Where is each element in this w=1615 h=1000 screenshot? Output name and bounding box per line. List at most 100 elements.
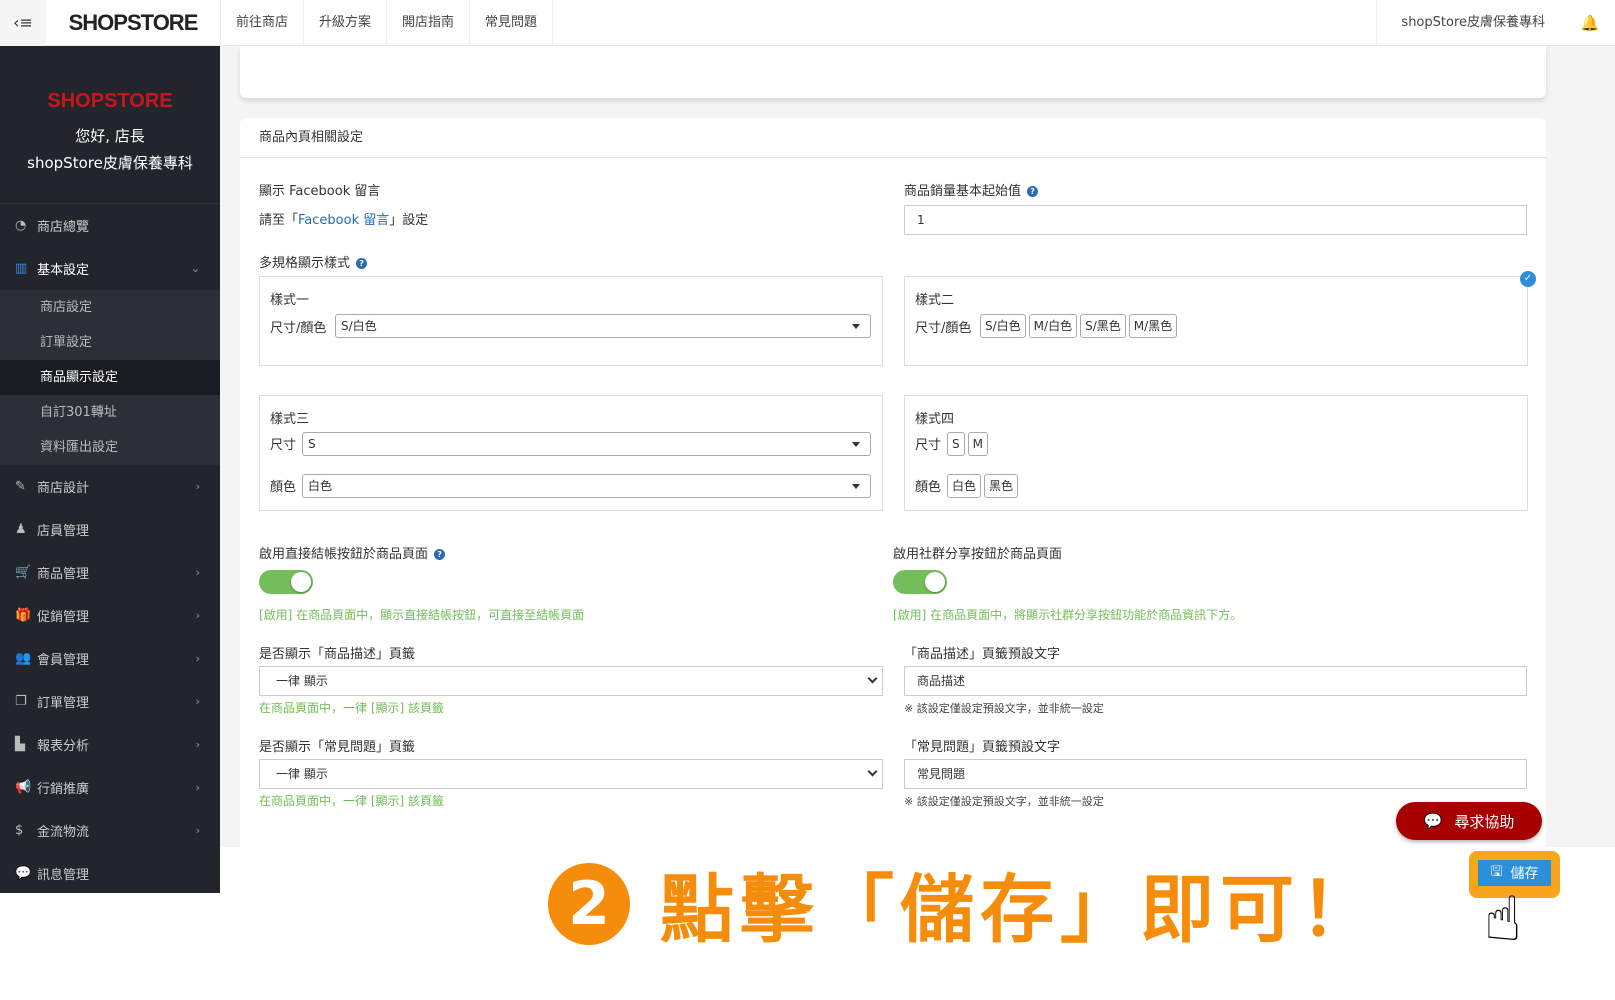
sidebar-item-label: 商店總覽 bbox=[37, 220, 90, 235]
sidebar-item-design[interactable]: ✎ 商店設計 › bbox=[0, 465, 220, 508]
fb-comments-label: 顯示 Facebook 留言 bbox=[259, 184, 381, 199]
desc-tab-help: 在商品頁面中，一律 [顯示] 該頁籤 bbox=[259, 701, 444, 715]
sidebar-item-label: 金流物流 bbox=[37, 825, 90, 840]
sidebar-item-label: 店員管理 bbox=[37, 524, 90, 539]
style-title: 樣式三 bbox=[270, 412, 310, 427]
sidebar-item-basic-settings[interactable]: ▥ 基本設定 ⌄ bbox=[0, 247, 220, 290]
direct-checkout-label: 啟用直接結帳按鈕於商品頁面 bbox=[259, 547, 429, 562]
faq-text-input[interactable]: 常見問題 bbox=[904, 759, 1527, 789]
sidebar-item-label: 報表分析 bbox=[37, 739, 90, 754]
nav-guide[interactable]: 開店指南 bbox=[386, 0, 469, 46]
desc-text-input[interactable]: 商品描述 bbox=[904, 666, 1527, 696]
sidebar-item-label: 會員管理 bbox=[37, 653, 90, 668]
chevron-right-icon: › bbox=[195, 781, 200, 794]
bullhorn-icon: 📢 bbox=[15, 780, 32, 795]
sidebar-item-staff[interactable]: ♟ 店員管理 bbox=[0, 508, 220, 551]
chevron-right-icon: › bbox=[195, 609, 200, 622]
color-chip[interactable]: 白色 bbox=[947, 474, 982, 498]
nav-upgrade[interactable]: 升級方案 bbox=[303, 0, 386, 46]
variant-chip[interactable]: S/白色 bbox=[980, 314, 1026, 338]
magic-wand-icon: ✎ bbox=[15, 479, 26, 494]
size-chip[interactable]: M bbox=[967, 432, 988, 456]
chevron-right-icon: › bbox=[195, 695, 200, 708]
help-icon[interactable]: ? bbox=[356, 258, 368, 269]
submenu-store-settings[interactable]: 商店設定 bbox=[0, 290, 220, 325]
variant-chip[interactable]: S/黑色 bbox=[1080, 314, 1126, 338]
faq-text-note: ※ 該設定僅設定預設文字，並非統一設定 bbox=[904, 795, 1104, 808]
field-label: 尺寸 bbox=[270, 438, 297, 453]
sidebar-item-label: 訂單管理 bbox=[37, 696, 90, 711]
sidebar-store-name: shopStore皮膚保養專科 bbox=[27, 154, 193, 172]
style-one-option[interactable]: 樣式一 尺寸/顏色 S/白色 bbox=[259, 276, 883, 366]
size-select[interactable]: S bbox=[302, 432, 871, 456]
color-chip[interactable]: 黑色 bbox=[984, 474, 1019, 498]
main-content: 商品內頁相關設定 顯示 Facebook 留言 請至「Facebook 留言」設… bbox=[220, 46, 1615, 858]
dollar-icon: $ bbox=[15, 823, 24, 838]
field-label: 尺寸 bbox=[915, 438, 942, 453]
sidebar-item-label: 商店設計 bbox=[37, 481, 90, 496]
field-label: 尺寸/顏色 bbox=[915, 321, 972, 336]
help-icon[interactable]: ? bbox=[1027, 186, 1039, 197]
sidebar-item-products[interactable]: 🛒 商品管理 › bbox=[0, 551, 220, 594]
field-label: 顏色 bbox=[270, 480, 297, 495]
sidebar-item-label: 基本設定 bbox=[37, 263, 90, 278]
sidebar-item-orders[interactable]: ❐ 訂單管理 › bbox=[0, 680, 220, 723]
style-two-option[interactable]: 樣式二 尺寸/顏色 S/白色 M/白色 S/黑色 M/黑色 bbox=[904, 276, 1528, 366]
desc-tab-select[interactable]: 一律 顯示 bbox=[259, 666, 883, 696]
sidebar-item-label: 促銷管理 bbox=[37, 610, 90, 625]
sidebar-toggle-button[interactable]: ‹≡ bbox=[0, 0, 46, 46]
sidebar-item-overview[interactable]: ◔ 商店總覽 bbox=[0, 204, 220, 247]
desc-tab-label: 是否顯示「商品描述」頁籤 bbox=[259, 647, 416, 662]
instruction-annotation: 2 點擊「儲存」即可！ bbox=[548, 850, 1380, 957]
step-number: 2 bbox=[548, 862, 630, 945]
sidebar-item-payment[interactable]: $ 金流物流 › bbox=[0, 809, 220, 852]
submenu-301-redirect[interactable]: 自訂301轉址 bbox=[0, 395, 220, 430]
sidebar-item-promotions[interactable]: 🎁 促銷管理 › bbox=[0, 594, 220, 637]
sidebar: SHOPSTORE 您好, 店長 shopStore皮膚保養專科 ◔ 商店總覽 ▥… bbox=[0, 46, 220, 893]
nav-go-store[interactable]: 前往商店 bbox=[220, 0, 303, 46]
bell-icon[interactable]: 🔔 bbox=[1565, 14, 1615, 32]
variant-chip[interactable]: M/白色 bbox=[1028, 314, 1078, 338]
store-name-menu[interactable]: shopStore皮膚保養專科 bbox=[1376, 0, 1565, 46]
sidebar-item-members[interactable]: 👥 會員管理 › bbox=[0, 637, 220, 680]
variant-style-label: 多規格顯示樣式 bbox=[259, 256, 351, 271]
submenu-data-export[interactable]: 資料匯出設定 bbox=[0, 430, 220, 465]
sidebar-item-label: 商品管理 bbox=[37, 567, 90, 582]
comments-icon: 💬 bbox=[15, 866, 32, 881]
help-icon[interactable]: ? bbox=[434, 549, 446, 560]
style-title: 樣式四 bbox=[915, 412, 955, 427]
social-share-label: 啟用社群分享按鈕於商品頁面 bbox=[893, 547, 1063, 562]
desc-text-label: 「商品描述」頁籤預設文字 bbox=[904, 647, 1061, 662]
style-title: 樣式二 bbox=[915, 293, 955, 308]
cart-icon: 🛒 bbox=[15, 565, 32, 580]
product-page-settings-card: 商品內頁相關設定 顯示 Facebook 留言 請至「Facebook 留言」設… bbox=[240, 118, 1546, 858]
variant-chip[interactable]: M/黑色 bbox=[1128, 314, 1178, 338]
save-button-label: 儲存 bbox=[1510, 866, 1539, 882]
header-logo[interactable]: SHOPSTORE bbox=[46, 10, 220, 36]
fb-comments-link[interactable]: Facebook 留言 bbox=[298, 213, 389, 228]
size-color-select[interactable]: S/白色 bbox=[335, 314, 871, 338]
bank-icon: ▥ bbox=[15, 261, 28, 276]
direct-checkout-toggle[interactable] bbox=[259, 570, 313, 594]
faq-tab-select[interactable]: 一律 顯示 bbox=[259, 759, 883, 789]
social-share-toggle[interactable] bbox=[893, 570, 947, 594]
size-chip[interactable]: S bbox=[947, 432, 965, 456]
sidebar-item-messages[interactable]: 💬 訊息管理 bbox=[0, 852, 220, 895]
fb-text: 」設定 bbox=[389, 213, 429, 228]
sales-base-input[interactable]: 1 bbox=[904, 205, 1527, 235]
help-button-label: 尋求協助 bbox=[1454, 812, 1515, 831]
nav-faq[interactable]: 常見問題 bbox=[469, 0, 554, 46]
sidebar-item-reports[interactable]: ▙ 報表分析 › bbox=[0, 723, 220, 766]
desc-text-note: ※ 該設定僅設定預設文字，並非統一設定 bbox=[904, 702, 1104, 715]
style-three-option[interactable]: 樣式三 尺寸 S 顏色 白色 bbox=[259, 395, 883, 511]
style-four-option[interactable]: 樣式四 尺寸 SM 顏色 白色 黑色 bbox=[904, 395, 1528, 511]
chevron-right-icon: › bbox=[195, 566, 200, 579]
chevron-right-icon: › bbox=[195, 652, 200, 665]
sidebar-item-marketing[interactable]: 📢 行銷推廣 › bbox=[0, 766, 220, 809]
help-button[interactable]: 💬 尋求協助 bbox=[1396, 802, 1542, 840]
card-title: 商品內頁相關設定 bbox=[240, 118, 1546, 158]
submenu-product-display[interactable]: 商品顯示設定 bbox=[0, 360, 220, 395]
submenu-order-settings[interactable]: 訂單設定 bbox=[0, 325, 220, 360]
color-select[interactable]: 白色 bbox=[302, 474, 871, 498]
field-label: 尺寸/顏色 bbox=[270, 321, 327, 336]
